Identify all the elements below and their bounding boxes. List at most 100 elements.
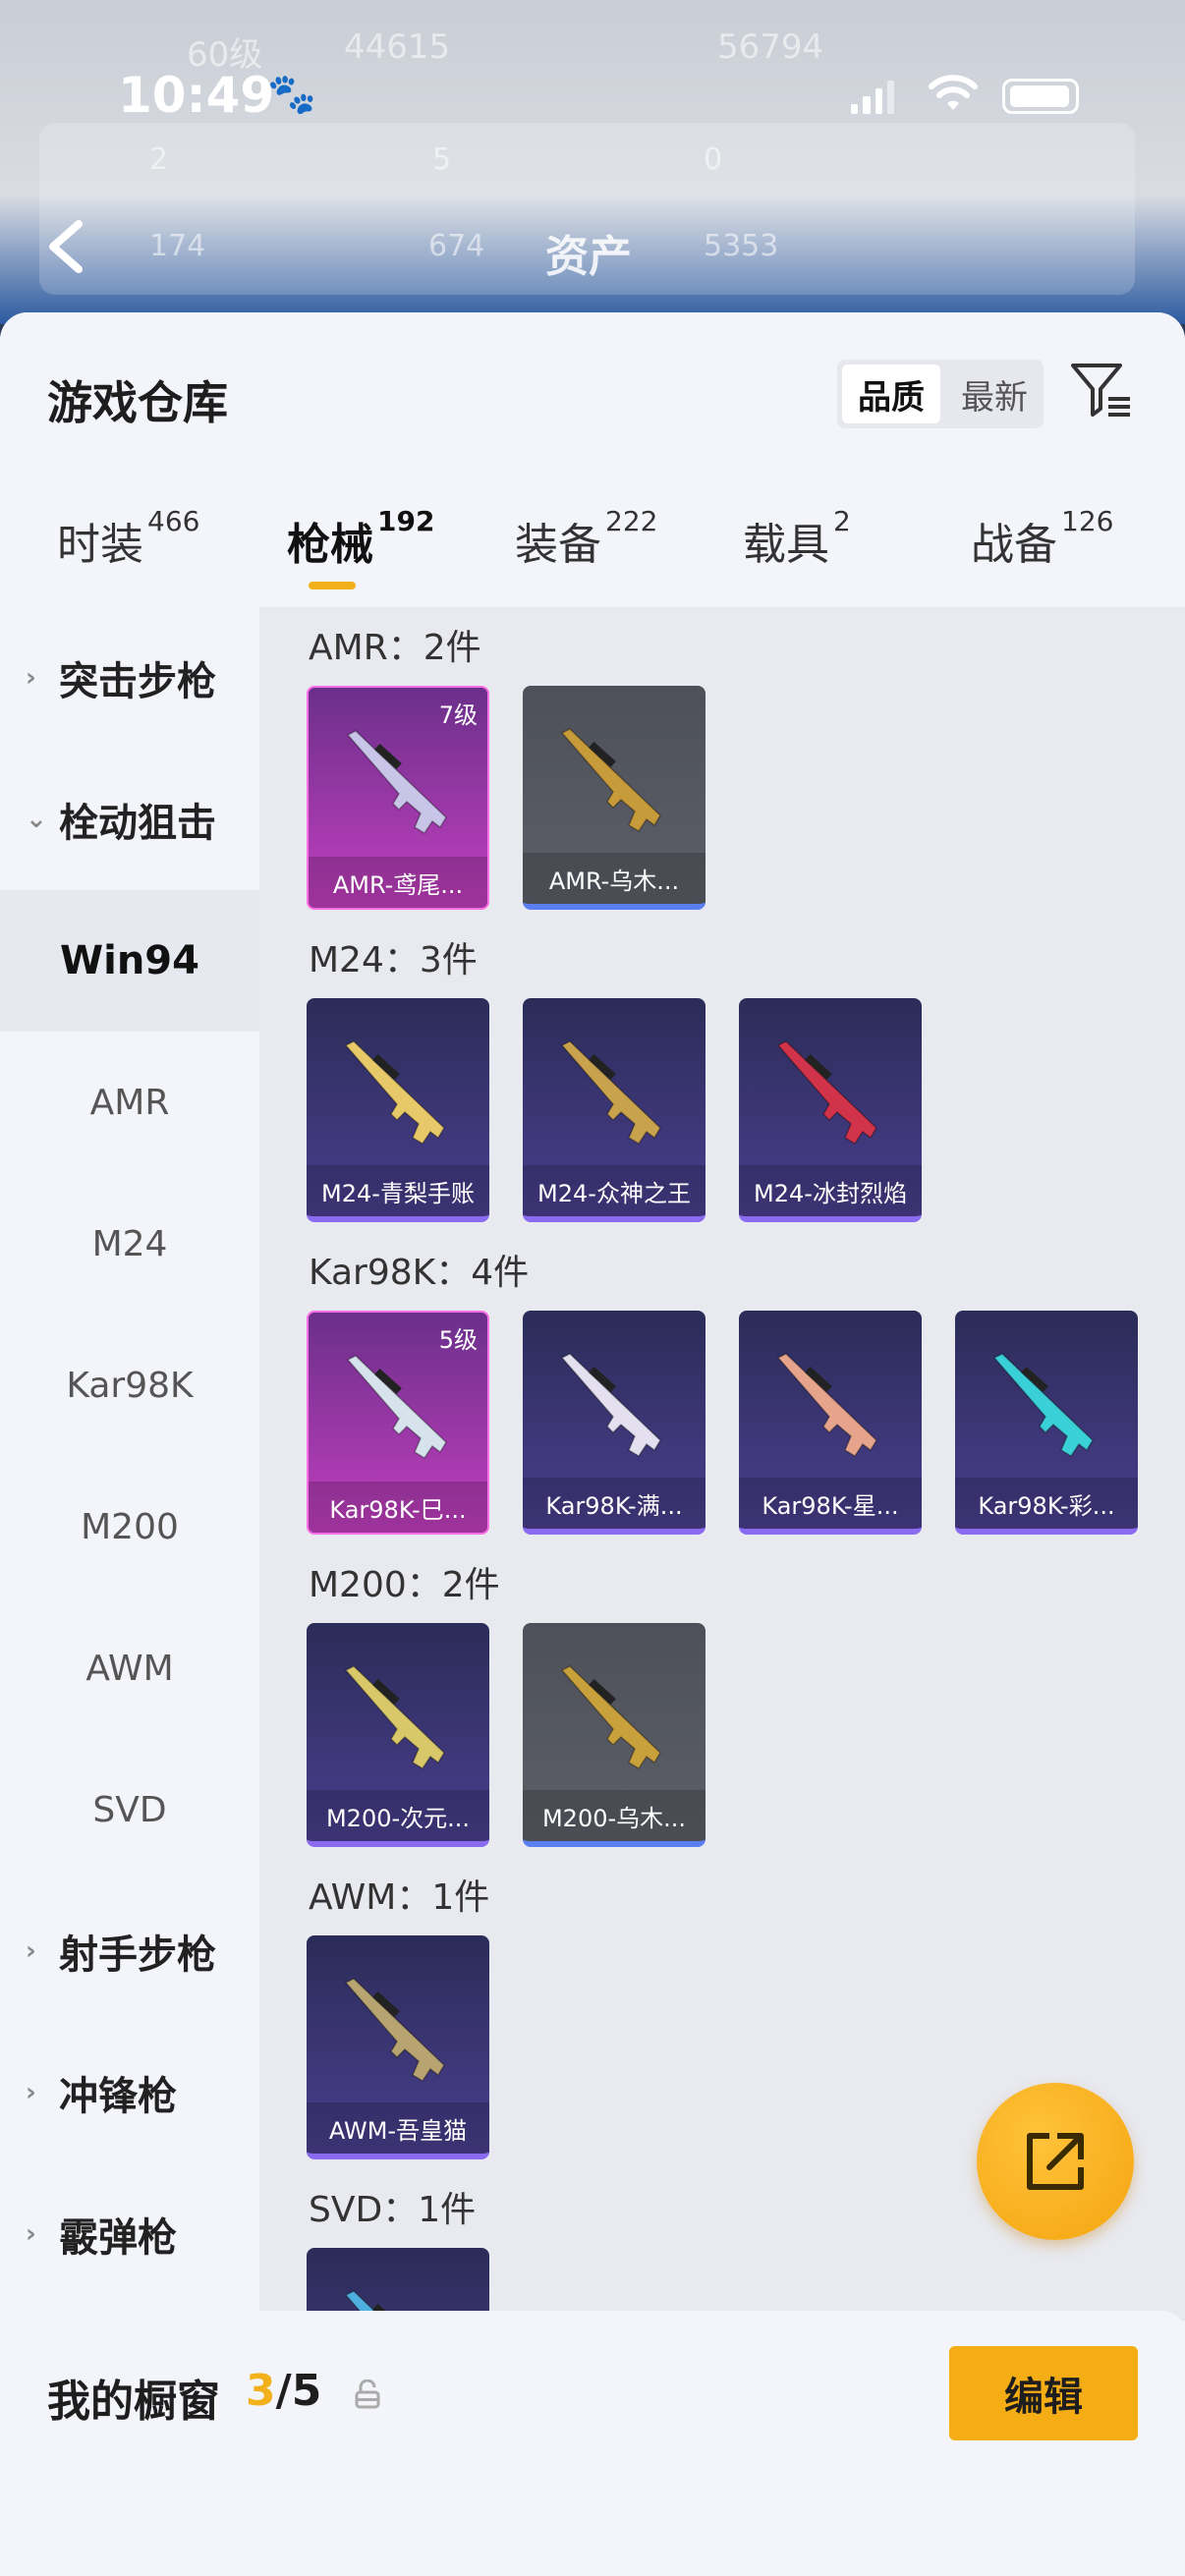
back-arrow-icon[interactable] (43, 218, 86, 275)
sidebar-item-label: AWM (85, 1648, 174, 1689)
sidebar-item-label: 冲锋枪 (59, 2074, 177, 2119)
tab-supplies[interactable]: 战备 126 (971, 505, 1113, 572)
rifle-icon (344, 1978, 445, 2083)
weapon-name: M24-众神之王 (523, 1165, 705, 1216)
lock-icon (355, 2380, 380, 2409)
showcase-label: 我的橱窗 (47, 2377, 220, 2427)
sidebar-item-win94[interactable]: Win94 (0, 890, 259, 1032)
tab-firearms[interactable]: 枪械 192 (287, 505, 434, 572)
sidebar-item-amr[interactable]: AMR (0, 1032, 259, 1173)
group-title-kar98k: Kar98K：4件 (309, 1253, 530, 1293)
weapon-card[interactable]: AMR-乌木... (523, 686, 705, 910)
rifle-icon (560, 728, 661, 833)
chevron-right-icon: › (26, 2078, 36, 2107)
weapon-card[interactable] (307, 2248, 489, 2321)
chevron-right-icon: › (26, 1936, 36, 1966)
active-tab-indicator (309, 582, 356, 589)
sort-quality-button[interactable]: 品质 (842, 364, 940, 423)
weapon-type-sidebar: › 突击步枪 ⌄ 栓动狙击 Win94 AMR M24 Kar98K M200 … (0, 607, 259, 2576)
weapon-card[interactable]: 5级 Kar98K-巳... (307, 1311, 489, 1535)
group-title-m200: M200：2件 (309, 1565, 500, 1605)
weapon-card[interactable]: AWM-吾皇猫 (307, 1935, 489, 2159)
tab-equipment[interactable]: 装备 222 (515, 505, 657, 572)
weapon-name: M200-乌木... (523, 1790, 705, 1841)
sidebar-item-label: 栓动狙击 (59, 801, 216, 846)
edit-showcase-button[interactable]: 编辑 (949, 2346, 1138, 2440)
chevron-right-icon: › (26, 663, 36, 693)
weapon-name: Kar98K-彩... (955, 1478, 1138, 1529)
background-header: 60级 44615 56794 2 5 0 174 674 5353 10:49… (0, 0, 1185, 324)
weapon-card[interactable]: M24-众神之王 (523, 998, 705, 1222)
weapon-card[interactable]: Kar98K-星... (739, 1311, 922, 1535)
weapon-name: M24-冰封烈焰 (739, 1165, 922, 1216)
share-button[interactable] (977, 2083, 1134, 2240)
weapon-name: Kar98K-星... (739, 1478, 922, 1529)
bg-page-title: 资产 (545, 232, 632, 282)
rifle-icon (344, 1040, 445, 1146)
tab-count: 2 (833, 505, 851, 537)
tab-count: 192 (377, 505, 435, 537)
weapon-list: AMR：2件 M24：3件 Kar98K：4件 M200：2件 AWM：1件 S… (259, 607, 1185, 2321)
sidebar-item-kar98k[interactable]: Kar98K (0, 1315, 259, 1456)
weapon-card[interactable]: Kar98K-彩... (955, 1311, 1138, 1535)
signal-icon (851, 79, 894, 114)
rifle-icon (560, 1665, 661, 1770)
sidebar-item-m200[interactable]: M200 (0, 1456, 259, 1597)
tab-label: 时装 (57, 520, 143, 570)
group-title-svd: SVD：1件 (309, 2190, 477, 2230)
weapon-name: AWM-吾皇猫 (307, 2102, 489, 2154)
tab-label: 枪械 (287, 520, 373, 570)
showcase-bar: 我的橱窗 3/5 编辑 (0, 2311, 1185, 2576)
chevron-down-icon: ⌄ (26, 805, 47, 834)
wifi-icon (929, 75, 978, 110)
sidebar-item-shotguns[interactable]: › 霰弹枪 (0, 2163, 259, 2305)
sort-latest-button[interactable]: 最新 (945, 360, 1044, 428)
sidebar-item-label: Win94 (60, 938, 199, 983)
filter-icon[interactable] (1069, 358, 1134, 422)
sidebar-item-awm[interactable]: AWM (0, 1597, 259, 1739)
weapon-card[interactable]: M200-乌木... (523, 1623, 705, 1847)
tab-count: 126 (1061, 505, 1114, 537)
showcase-total: /5 (275, 2366, 322, 2416)
weapon-card[interactable]: 7级 AMR-鸢尾... (307, 686, 489, 910)
showcase-count: 3/5 (246, 2366, 321, 2416)
sidebar-item-smg[interactable]: › 冲锋枪 (0, 2022, 259, 2163)
weapon-card[interactable]: Kar98K-满... (523, 1311, 705, 1535)
bg-stat-b: 5 (432, 142, 452, 177)
bg-stat-d: 174 (149, 229, 206, 263)
sidebar-item-bolt-action[interactable]: ⌄ 栓动狙击 (0, 749, 259, 890)
sidebar-item-m24[interactable]: M24 (0, 1173, 259, 1315)
showcase-current: 3 (246, 2366, 276, 2416)
sidebar-item-label: SVD (92, 1789, 167, 1830)
sidebar-item-svd[interactable]: SVD (0, 1739, 259, 1880)
sidebar-item-label: AMR (89, 1082, 170, 1123)
sidebar-item-label: M200 (81, 1506, 179, 1547)
tab-count: 222 (605, 505, 658, 537)
sort-toggle: 品质 最新 (837, 360, 1044, 428)
tab-label: 战备 (971, 520, 1057, 570)
sidebar-item-marksman-rifles[interactable]: › 射手步枪 (0, 1880, 259, 2022)
weapon-name: AMR-乌木... (523, 853, 705, 904)
weapon-card[interactable]: M200-次元... (307, 1623, 489, 1847)
sidebar-item-label: M24 (91, 1223, 168, 1264)
rifle-icon (346, 1355, 447, 1460)
share-icon (1027, 2133, 1084, 2190)
rifle-icon (992, 1353, 1094, 1458)
group-title-amr: AMR：2件 (309, 628, 481, 668)
weapon-name: Kar98K-巳... (309, 1482, 487, 1533)
weapon-name: AMR-鸢尾... (309, 857, 487, 908)
bg-stat-e: 674 (428, 229, 485, 263)
tab-vehicles[interactable]: 载具 2 (743, 505, 851, 572)
battery-icon (1002, 79, 1079, 114)
rifle-icon (776, 1353, 877, 1458)
status-time: 10:49 (118, 67, 275, 124)
weapon-card[interactable]: M24-冰封烈焰 (739, 998, 922, 1222)
weapon-name: M24-青梨手账 (307, 1165, 489, 1216)
bg-score-text: 56794 (717, 28, 824, 67)
rifle-icon (560, 1353, 661, 1458)
weapon-card[interactable]: M24-青梨手账 (307, 998, 489, 1222)
tab-count: 466 (147, 505, 200, 537)
tab-fashion[interactable]: 时装 466 (57, 505, 199, 572)
sidebar-item-assault-rifles[interactable]: › 突击步枪 (0, 607, 259, 749)
sidebar-item-label: Kar98K (66, 1365, 194, 1406)
